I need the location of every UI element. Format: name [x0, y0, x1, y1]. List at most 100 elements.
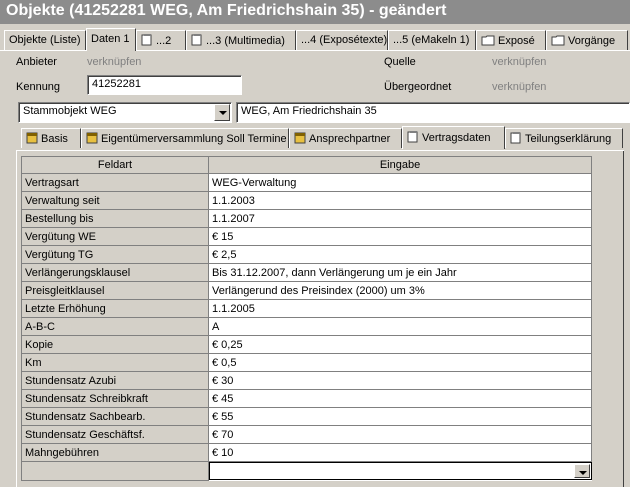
eingabe-cell[interactable]: 1.1.2007: [208, 209, 592, 228]
anbieter-label: Anbieter: [16, 56, 57, 68]
feldart-cell: Bestellung bis: [21, 209, 209, 228]
eingabe-dropdown[interactable]: [209, 462, 592, 480]
objekttyp-value: Stammobjekt WEG: [23, 105, 117, 117]
table-row[interactable]: Verlängerungsklausel Bis 31.12.2007, dann…: [21, 263, 592, 282]
vertragsdaten-grid: Feldart Eingabe Vertragsart WEG-Verwaltun…: [21, 156, 592, 481]
eingabe-cell[interactable]: € 15: [208, 227, 592, 246]
eingabe-cell[interactable]: 1.1.2003: [208, 191, 592, 210]
table-row[interactable]: Verwaltung seit 1.1.2003: [21, 191, 592, 210]
tab-vorgaenge[interactable]: Vorgänge: [546, 30, 628, 50]
feldart-cell: Stundensatz Schreibkraft: [21, 389, 209, 408]
column-header-feldart[interactable]: Feldart: [21, 156, 209, 174]
tab-daten-3-multimedia[interactable]: ...3 (Multimedia): [186, 30, 296, 50]
tab-label: ...5 (eMakeln 1): [393, 34, 470, 46]
table-row[interactable]: Bestellung bis 1.1.2007: [21, 209, 592, 228]
eingabe-cell[interactable]: 1.1.2005: [208, 299, 592, 318]
tab-eigentuemerversammlung[interactable]: Eigentümerversammlung Soll Termine: [81, 128, 289, 148]
anbieter-link[interactable]: verknüpfen: [87, 56, 141, 68]
table-row[interactable]: Stundensatz Geschäftsf. € 70: [21, 425, 592, 444]
chevron-down-icon[interactable]: [573, 464, 590, 478]
feldart-cell: Letzte Erhöhung: [21, 299, 209, 318]
feldart-cell: Km: [21, 353, 209, 372]
tab-label: Objekte (Liste): [9, 34, 81, 46]
bezeichnung-input[interactable]: WEG, Am Friedrichshain 35: [236, 102, 630, 123]
uebergeordnet-link[interactable]: verknüpfen: [492, 81, 546, 93]
eingabe-cell[interactable]: € 70: [208, 425, 592, 444]
table-row[interactable]: Km € 0,5: [21, 353, 592, 372]
tab-teilungserklaerung[interactable]: Teilungserklärung: [505, 128, 623, 148]
objekttyp-select[interactable]: Stammobjekt WEG: [18, 102, 232, 123]
eingabe-cell[interactable]: € 0,25: [208, 335, 592, 354]
page-icon: [407, 131, 419, 146]
tab-label: Vorgänge: [568, 35, 616, 47]
chevron-down-icon[interactable]: [214, 104, 230, 121]
eingabe-cell[interactable]: € 2,5: [208, 245, 592, 264]
table-row[interactable]: Stundensatz Azubi € 30: [21, 371, 592, 390]
eingabe-cell[interactable]: Verlängerund des Preisindex (2000) um 3%: [208, 281, 592, 300]
table-row[interactable]: Mahngebühren € 10: [21, 443, 592, 462]
folder-icon: [551, 34, 565, 49]
kennung-label: Kennung: [16, 81, 61, 93]
table-row[interactable]: Stundensatz Sachbearb. € 55: [21, 407, 592, 426]
column-header-eingabe[interactable]: Eingabe: [208, 156, 592, 174]
sub-tab-bar: Basis Eigentümerversammlung Soll Termine…: [0, 126, 630, 150]
yellow-tab-icon: [294, 132, 306, 147]
table-row[interactable]: A-B-C A: [21, 317, 592, 336]
page-icon: [191, 34, 203, 49]
tab-label: Ansprechpartner: [309, 133, 391, 145]
edit-row-feldart: [21, 461, 209, 481]
tab-basis[interactable]: Basis: [21, 128, 81, 148]
feldart-cell: Verwaltung seit: [21, 191, 209, 210]
quelle-label: Quelle: [384, 56, 416, 68]
table-row[interactable]: Preisgleitklausel Verlängerund des Preisi…: [21, 281, 592, 300]
eingabe-cell[interactable]: € 45: [208, 389, 592, 408]
table-row[interactable]: Vertragsart WEG-Verwaltung: [21, 173, 592, 192]
feldart-cell: Vergütung WE: [21, 227, 209, 246]
kennung-input[interactable]: 41252281: [87, 75, 242, 95]
page-icon: [510, 132, 522, 147]
tab-label: ...2: [156, 35, 172, 47]
edit-row-cell: [209, 462, 592, 480]
eingabe-cell[interactable]: A: [208, 317, 592, 336]
feldart-cell: Vertragsart: [21, 173, 209, 192]
eingabe-cell[interactable]: WEG-Verwaltung: [208, 173, 592, 192]
feldart-cell: Stundensatz Sachbearb.: [21, 407, 209, 426]
table-row[interactable]: Vergütung WE € 15: [21, 227, 592, 246]
table-row[interactable]: Kopie € 0,25: [21, 335, 592, 354]
tab-expose[interactable]: Exposé: [476, 30, 546, 50]
eingabe-cell[interactable]: € 10: [208, 443, 592, 462]
feldart-cell: Mahngebühren: [21, 443, 209, 462]
tab-daten-5-emakeln[interactable]: ...5 (eMakeln 1): [388, 30, 476, 50]
feldart-cell: Stundensatz Azubi: [21, 371, 209, 390]
tab-label: Eigentümerversammlung Soll Termine: [101, 133, 287, 145]
tab-daten-1[interactable]: Daten 1: [86, 28, 136, 51]
table-row[interactable]: Letzte Erhöhung 1.1.2005: [21, 299, 592, 318]
eingabe-cell[interactable]: € 55: [208, 407, 592, 426]
quelle-link[interactable]: verknüpfen: [492, 56, 546, 68]
tab-label: ...3 (Multimedia): [206, 35, 285, 47]
yellow-tab-icon: [86, 132, 98, 147]
window-title: Objekte (41252281 WEG, Am Friedrichshain…: [0, 0, 630, 24]
uebergeordnet-label: Übergeordnet: [384, 81, 452, 93]
feldart-cell: Preisgleitklausel: [21, 281, 209, 300]
feldart-cell: Kopie: [21, 335, 209, 354]
page-icon: [141, 34, 153, 49]
tab-label: Vertragsdaten: [422, 132, 491, 144]
eingabe-cell[interactable]: € 0,5: [208, 353, 592, 372]
tab-daten-2[interactable]: ...2: [136, 30, 186, 50]
feldart-cell: A-B-C: [21, 317, 209, 336]
tab-ansprechpartner[interactable]: Ansprechpartner: [289, 128, 402, 148]
eingabe-cell[interactable]: € 30: [208, 371, 592, 390]
tab-label: Exposé: [498, 35, 535, 47]
tab-objekte-liste[interactable]: Objekte (Liste): [4, 30, 86, 50]
table-row[interactable]: Vergütung TG € 2,5: [21, 245, 592, 264]
tab-label: Daten 1: [91, 33, 130, 45]
tab-daten-4-exposetexte[interactable]: ...4 (Exposétexte): [296, 30, 388, 50]
folder-icon: [481, 34, 495, 49]
eingabe-cell[interactable]: Bis 31.12.2007, dann Verlängerung um je …: [208, 263, 592, 282]
table-row[interactable]: Stundensatz Schreibkraft € 45: [21, 389, 592, 408]
feldart-cell: Vergütung TG: [21, 245, 209, 264]
tab-vertragsdaten[interactable]: Vertragsdaten: [402, 126, 505, 149]
yellow-tab-icon: [26, 132, 38, 147]
feldart-cell: Verlängerungsklausel: [21, 263, 209, 282]
